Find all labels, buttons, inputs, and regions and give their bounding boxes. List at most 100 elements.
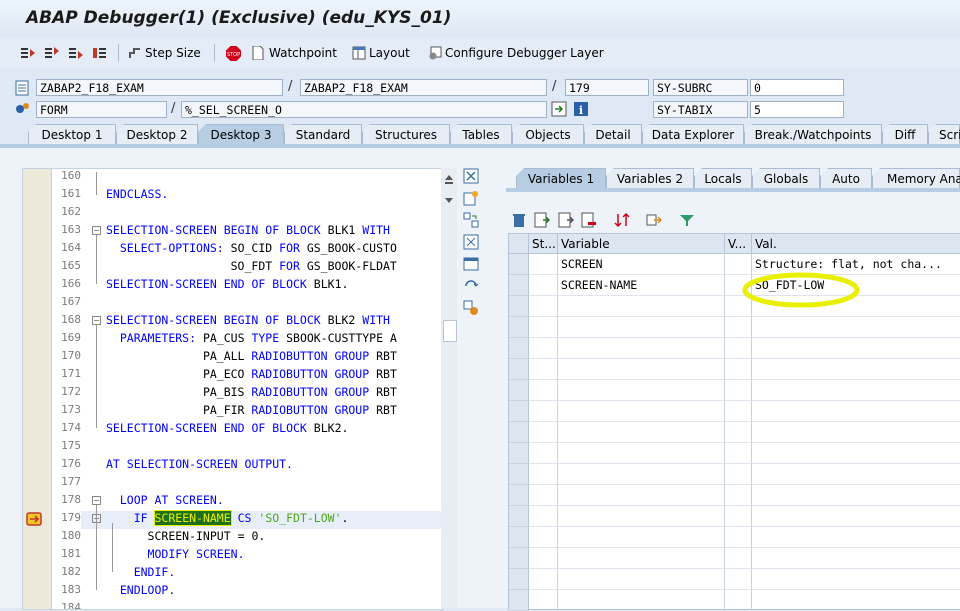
line-field[interactable]: 179 <box>565 79 649 96</box>
tab-breakpoints[interactable]: Break./Watchpoints <box>744 124 882 144</box>
info-icon[interactable]: i <box>573 101 589 120</box>
step-into-icon[interactable] <box>20 44 36 62</box>
event-type-field[interactable]: FORM <box>36 101 167 118</box>
row-selector[interactable] <box>509 464 529 485</box>
refresh-icon[interactable] <box>463 278 479 294</box>
tab-structures[interactable]: Structures <box>362 124 450 144</box>
fold-marker[interactable]: − <box>92 226 101 235</box>
cell[interactable] <box>725 569 752 590</box>
cell-variable[interactable] <box>558 464 725 485</box>
cell[interactable] <box>529 359 558 380</box>
column-header-variable[interactable]: Variable <box>558 234 725 254</box>
cell[interactable] <box>725 506 752 527</box>
cell[interactable] <box>529 506 558 527</box>
cell[interactable] <box>725 464 752 485</box>
configure-layer-button[interactable]: Configure Debugger Layer <box>428 44 604 62</box>
cell[interactable] <box>529 422 558 443</box>
editor-scrollbar[interactable] <box>441 168 457 608</box>
maximize-icon[interactable] <box>463 234 479 250</box>
source-code-editor[interactable]: 160 161 ENDCLASS. 162 163 SELECTION-SCREEN BE… <box>22 168 443 610</box>
row-selector[interactable] <box>509 380 529 401</box>
insert-row-icon[interactable] <box>534 212 551 228</box>
fold-marker[interactable]: − <box>92 496 101 505</box>
row-selector[interactable] <box>509 422 529 443</box>
navigate-icon[interactable] <box>551 101 567 120</box>
swap-tools-icon[interactable] <box>463 212 479 228</box>
tab-desktop-2[interactable]: Desktop 2 <box>116 124 198 144</box>
cell[interactable] <box>529 275 558 296</box>
cell-variable[interactable] <box>558 548 725 569</box>
cell[interactable] <box>725 485 752 506</box>
cell[interactable] <box>529 569 558 590</box>
column-header-value[interactable]: Val. <box>752 234 960 254</box>
sysvar-name-1[interactable]: SY-SUBRC <box>653 79 748 96</box>
column-header-v[interactable]: V... <box>725 234 752 254</box>
row-selector-header[interactable] <box>509 234 529 254</box>
step-size-button[interactable]: Step Size <box>128 44 201 62</box>
cell-variable[interactable] <box>558 569 725 590</box>
cell-value[interactable] <box>752 401 960 422</box>
cell[interactable] <box>725 359 752 380</box>
row-selector[interactable] <box>509 401 529 422</box>
fold-marker[interactable]: − <box>92 316 101 325</box>
cell-value[interactable] <box>752 443 960 464</box>
tab-locals[interactable]: Locals <box>694 168 752 188</box>
cell[interactable] <box>529 296 558 317</box>
tab-desktop-1[interactable]: Desktop 1 <box>28 124 116 144</box>
export-icon[interactable] <box>646 212 663 228</box>
tab-script[interactable]: Scri <box>928 124 960 144</box>
tab-auto[interactable]: Auto <box>820 168 872 188</box>
tab-detail[interactable]: Detail <box>584 124 642 144</box>
tab-standard[interactable]: Standard <box>284 124 362 144</box>
continue-icon[interactable] <box>92 44 108 62</box>
tab-objects[interactable]: Objects <box>512 124 584 144</box>
row-selector[interactable] <box>509 296 529 317</box>
sysvar-name-2[interactable]: SY-TABIX <box>653 101 748 118</box>
row-selector[interactable] <box>509 275 529 296</box>
sort-icon[interactable] <box>614 212 630 228</box>
cell-variable[interactable] <box>558 506 725 527</box>
cell-value[interactable] <box>752 485 960 506</box>
cell-value[interactable] <box>752 380 960 401</box>
cell[interactable] <box>529 317 558 338</box>
row-selector[interactable] <box>509 485 529 506</box>
cell[interactable] <box>529 443 558 464</box>
tab-variables-2[interactable]: Variables 2 <box>606 168 694 188</box>
cell[interactable] <box>725 443 752 464</box>
sysvar-value-1[interactable]: 0 <box>750 79 844 96</box>
column-header-status[interactable]: St... <box>529 234 558 254</box>
stop-button[interactable]: STOP <box>226 44 243 62</box>
row-selector[interactable] <box>509 548 529 569</box>
cell-value[interactable] <box>752 359 960 380</box>
cell[interactable] <box>725 338 752 359</box>
step-return-icon[interactable] <box>68 44 84 62</box>
tab-tables[interactable]: Tables <box>450 124 512 144</box>
cell[interactable] <box>725 401 752 422</box>
cell-value[interactable] <box>752 422 960 443</box>
cell-value[interactable] <box>752 317 960 338</box>
tab-memory-analysis[interactable]: Memory Analy <box>872 168 960 188</box>
cell-variable[interactable] <box>558 359 725 380</box>
cell[interactable] <box>725 317 752 338</box>
tab-diff[interactable]: Diff <box>882 124 928 144</box>
close-pane-icon[interactable] <box>463 168 479 184</box>
step-over-icon[interactable] <box>44 44 60 62</box>
filter-icon[interactable] <box>679 212 695 228</box>
breakpoint-gutter[interactable] <box>23 169 52 609</box>
program-field[interactable]: ZABAP2_F18_EXAM <box>36 79 283 96</box>
row-selector[interactable] <box>509 443 529 464</box>
row-selector[interactable] <box>509 317 529 338</box>
cell-value[interactable] <box>752 527 960 548</box>
remove-row-icon[interactable] <box>581 212 597 228</box>
cell-variable[interactable] <box>558 443 725 464</box>
cell[interactable] <box>529 380 558 401</box>
tab-variables-1[interactable]: Variables 1 <box>516 168 606 188</box>
row-selector[interactable] <box>509 506 529 527</box>
cell[interactable] <box>725 422 752 443</box>
cell-variable[interactable] <box>558 485 725 506</box>
cell-value[interactable] <box>752 506 960 527</box>
watchpoint-button[interactable]: Watchpoint <box>252 44 337 62</box>
include-field[interactable]: ZABAP2_F18_EXAM <box>300 79 547 96</box>
cell-value[interactable] <box>752 569 960 590</box>
layout-button[interactable]: Layout <box>352 44 410 62</box>
